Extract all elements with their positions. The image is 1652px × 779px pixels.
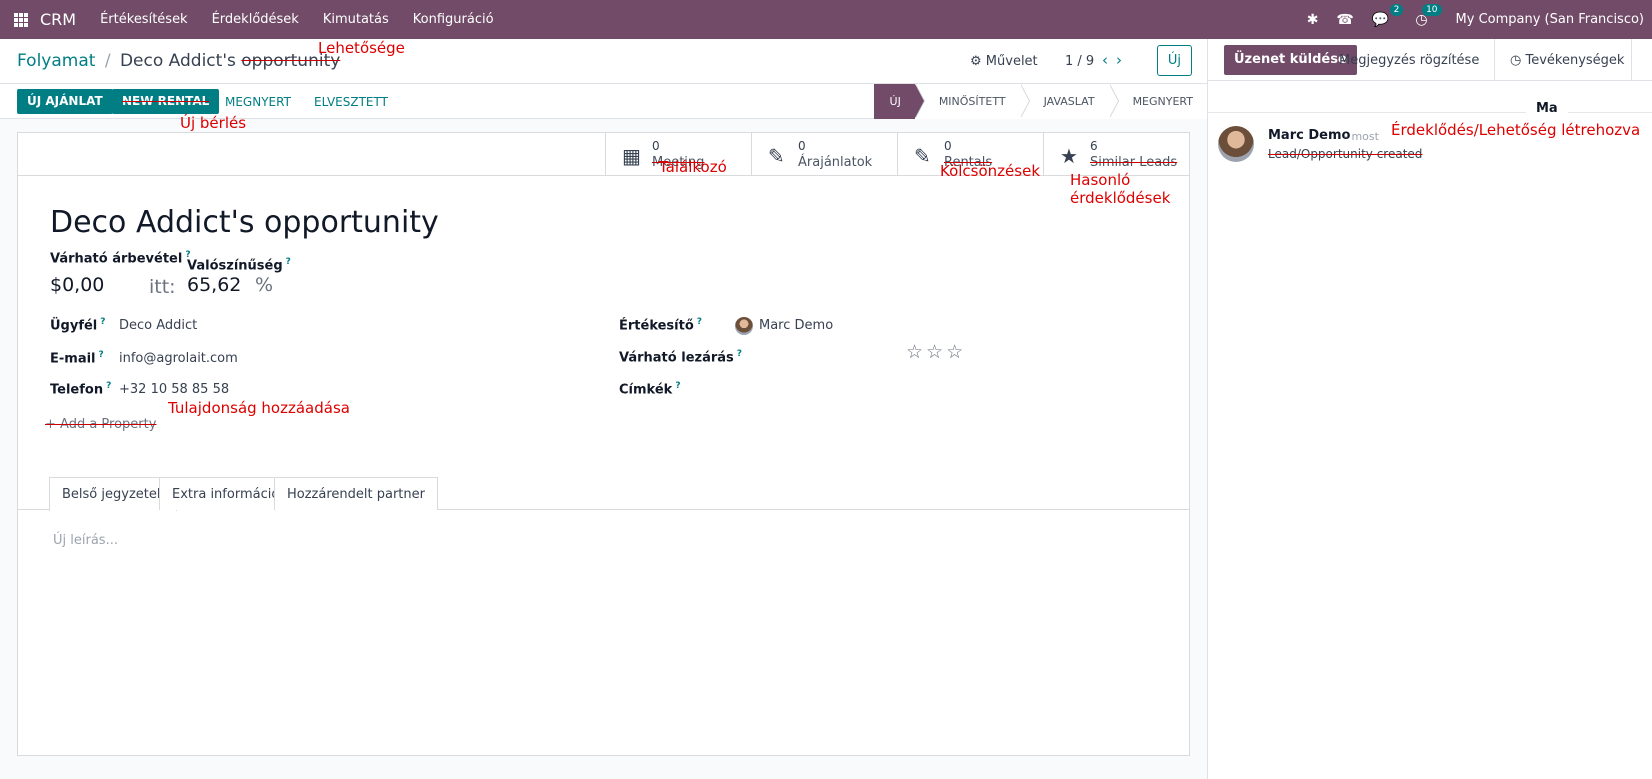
mark-lost-button[interactable]: ELVESZTETT bbox=[314, 95, 388, 109]
similar-leads-label: Similar Leads bbox=[1090, 155, 1178, 170]
annotation-opportunity: Lehetősége bbox=[318, 39, 405, 57]
expected-closing-label: Várható lezárás? bbox=[619, 349, 742, 366]
menu-reporting[interactable]: Kimutatás bbox=[323, 12, 389, 27]
day-separator bbox=[1208, 112, 1652, 113]
action-menu-button[interactable]: ⚙ Művelet bbox=[970, 54, 1038, 69]
smart-button-quotations[interactable]: ✎ 0 Árajánlatok bbox=[751, 133, 897, 176]
opportunity-title[interactable]: Deco Addict's opportunity bbox=[50, 205, 439, 240]
stage-won[interactable]: MEGNYERT bbox=[1108, 84, 1207, 119]
chat-icon[interactable]: 💬 2 bbox=[1372, 3, 1404, 28]
message-time: - most bbox=[1344, 130, 1379, 143]
breadcrumb-separator: / bbox=[104, 51, 111, 71]
new-quotation-button[interactable]: ÚJ AJÁNLAT bbox=[17, 89, 113, 114]
tab-assigned-partner[interactable]: Hozzárendelt partner bbox=[274, 477, 438, 510]
activity-clock-icon[interactable]: ◷ 10 bbox=[1415, 3, 1442, 28]
day-label: Ma bbox=[1526, 101, 1568, 116]
at-label: itt: bbox=[149, 276, 176, 298]
stage-pipeline: ÚJ MINŐSÍTETT JAVASLAT MEGNYERT bbox=[873, 84, 1207, 119]
new-rental-button[interactable]: NEW RENTAL bbox=[112, 89, 220, 114]
new-record-button[interactable]: Új bbox=[1157, 45, 1192, 76]
pager-prev-icon[interactable]: ‹ bbox=[1102, 51, 1116, 69]
priority-stars[interactable]: ☆☆☆ bbox=[906, 341, 966, 363]
calendar-icon: ▦ bbox=[622, 144, 641, 168]
phone-icon[interactable]: ☎ bbox=[1336, 12, 1353, 28]
chatter-topbar: Üzenet küldése Megjegyzés rögzítése ◷ Te… bbox=[1208, 39, 1652, 81]
probability-value[interactable]: 65,62 bbox=[187, 274, 241, 296]
pager-value[interactable]: 1 / 9 bbox=[1065, 54, 1094, 69]
status-bar: ÚJ AJÁNLAT NEW RENTAL Új bérlés MEGNYERT… bbox=[0, 84, 1207, 132]
action-label: Művelet bbox=[985, 54, 1038, 69]
activity-badge: 10 bbox=[1422, 3, 1442, 16]
tags-label: Címkék? bbox=[619, 381, 681, 398]
similar-leads-count: 6 bbox=[1090, 139, 1098, 153]
email-field[interactable]: info@agrolait.com bbox=[119, 351, 238, 366]
expected-revenue-label: Várható árbevétel? bbox=[50, 250, 191, 267]
chat-badge: 2 bbox=[1389, 3, 1404, 16]
salesperson-label: Értékesítő? bbox=[619, 317, 703, 334]
tab-extra-info[interactable]: Extra információ bbox=[159, 477, 293, 510]
mark-won-button[interactable]: MEGNYERT bbox=[225, 95, 291, 109]
divider bbox=[1494, 39, 1495, 81]
customer-field[interactable]: Deco Addict bbox=[119, 318, 197, 333]
chatter-panel: Üzenet küldése Megjegyzés rögzítése ◷ Te… bbox=[1207, 39, 1652, 779]
smart-button-similar-leads[interactable]: ★ 6 Similar Leads bbox=[1043, 133, 1189, 176]
description-editor[interactable]: Új leírás... bbox=[53, 533, 118, 548]
meeting-count: 0 bbox=[652, 139, 660, 153]
activities-button[interactable]: ◷ Tevékenységek bbox=[1510, 53, 1624, 68]
pager-next-icon[interactable]: › bbox=[1116, 51, 1130, 69]
control-panel: Folyamat / Deco Addict's opportunity Leh… bbox=[0, 39, 1207, 84]
stage-new[interactable]: ÚJ bbox=[873, 84, 926, 119]
annotation-meeting: Találkozó bbox=[659, 158, 727, 176]
star-icon: ★ bbox=[1060, 144, 1078, 168]
menu-leads[interactable]: Érdeklődések bbox=[212, 12, 299, 27]
email-label: E-mail? bbox=[50, 350, 104, 367]
salesperson-avatar bbox=[735, 317, 753, 335]
annotation-similar-leads: Hasonló érdeklődések bbox=[1070, 171, 1171, 207]
breadcrumb-pipeline[interactable]: Folyamat bbox=[17, 51, 95, 71]
annotation-message-body: Érdeklődés/Lehetőség létrehozva bbox=[1391, 121, 1641, 139]
message-author[interactable]: Marc Demo bbox=[1268, 128, 1350, 143]
expected-revenue-value[interactable]: $0,00 bbox=[50, 274, 104, 296]
customer-label: Ügyfél? bbox=[50, 317, 106, 334]
phone-field[interactable]: +32 10 58 85 58 bbox=[119, 382, 229, 397]
edit-icon: ✎ bbox=[914, 144, 931, 168]
salesperson-field[interactable]: Marc Demo bbox=[759, 318, 833, 333]
form-sheet: ▦ 0 Meeting ✎ 0 Árajánlatok ✎ 0 Rentals … bbox=[17, 132, 1190, 756]
rentals-count: 0 bbox=[944, 139, 952, 153]
debug-bug-icon[interactable]: ✱ bbox=[1307, 12, 1319, 28]
quotations-count: 0 bbox=[798, 139, 806, 153]
stage-proposition[interactable]: JAVASLAT bbox=[1019, 84, 1119, 119]
annotation-add-property: Tulajdonság hozzáadása bbox=[168, 399, 350, 417]
percent-sign: % bbox=[255, 274, 274, 296]
apps-menu-icon[interactable] bbox=[14, 12, 28, 27]
stage-qualified[interactable]: MINŐSÍTETT bbox=[914, 84, 1030, 119]
company-switcher[interactable]: My Company (San Francisco) bbox=[1456, 12, 1644, 27]
annotation-new-rental: Új bérlés bbox=[180, 114, 247, 132]
menu-configuration[interactable]: Konfiguráció bbox=[413, 12, 494, 27]
probability-label: Valószínűség? bbox=[187, 257, 291, 274]
breadcrumb: Folyamat / Deco Addict's opportunity bbox=[17, 51, 340, 71]
clock-icon: ◷ bbox=[1510, 53, 1526, 68]
add-property-button[interactable]: + Add a Property bbox=[45, 417, 156, 432]
pager-arrows: ‹› bbox=[1102, 51, 1130, 69]
author-avatar[interactable] bbox=[1218, 126, 1254, 162]
divider bbox=[1631, 39, 1632, 81]
menu-sales[interactable]: Értékesítések bbox=[100, 12, 188, 27]
phone-label: Telefon? bbox=[50, 381, 112, 398]
app-name[interactable]: CRM bbox=[40, 10, 76, 29]
annotation-rentals: Kölcsönzések bbox=[940, 162, 1041, 180]
send-message-button[interactable]: Üzenet küldése bbox=[1224, 45, 1357, 75]
message-body: Lead/Opportunity created bbox=[1268, 147, 1423, 161]
breadcrumb-current: Deco Addict's bbox=[119, 51, 236, 71]
log-note-button[interactable]: Megjegyzés rögzítése bbox=[1339, 53, 1479, 68]
quotations-label: Árajánlatok bbox=[798, 155, 873, 170]
notebook-tabs: Belső jegyzetek Extra információ Hozzáre… bbox=[18, 477, 1189, 511]
top-navbar: CRM Értékesítések Érdeklődések Kimutatás… bbox=[0, 0, 1652, 39]
edit-icon: ✎ bbox=[768, 144, 785, 168]
